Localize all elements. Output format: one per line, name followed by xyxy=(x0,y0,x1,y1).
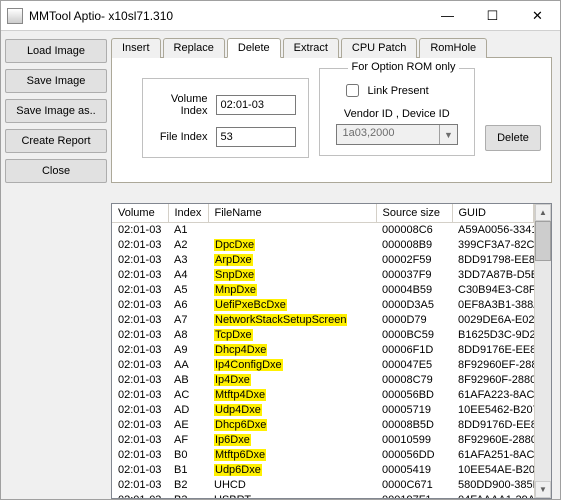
vendor-device-combo[interactable]: 1a03,2000 ▼ xyxy=(336,124,458,145)
tab-romhole[interactable]: RomHole xyxy=(419,38,487,58)
table-row[interactable]: 02:01-03AAIp4ConfigDxe000047E58F92960EF-… xyxy=(112,358,534,373)
scroll-up-icon[interactable]: ▲ xyxy=(535,204,551,221)
table-row[interactable]: 02:01-03A9Dhcp4Dxe00006F1D8DD9176E-EE87-… xyxy=(112,343,534,358)
scroll-down-icon[interactable]: ▼ xyxy=(535,481,551,498)
table-row[interactable]: 02:01-03AEDhcp6Dxe00008B5D8DD9176D-EE87-… xyxy=(112,418,534,433)
col-guid[interactable]: GUID xyxy=(452,204,534,223)
col-volume[interactable]: Volume xyxy=(112,204,168,223)
table-row[interactable]: 02:01-03A8TcpDxe0000BC59B1625D3C-9D2D-4E… xyxy=(112,328,534,343)
vendor-device-value: 1a03,2000 xyxy=(337,125,439,144)
col-filename[interactable]: FileName xyxy=(208,204,376,223)
table-row[interactable]: 02:01-03B1Udp6Dxe0000541910EE54AE-B207-4… xyxy=(112,463,534,478)
save-image-button[interactable]: Save Image xyxy=(5,69,107,93)
file-index-label: File Index xyxy=(155,131,208,143)
save-image-as-button[interactable]: Save Image as.. xyxy=(5,99,107,123)
volume-index-input[interactable] xyxy=(216,95,296,115)
vertical-scrollbar[interactable]: ▲ ▼ xyxy=(534,204,551,498)
left-button-column: Load Image Save Image Save Image as.. Cr… xyxy=(1,31,111,499)
scroll-track[interactable] xyxy=(535,221,551,481)
file-index-input[interactable] xyxy=(216,127,296,147)
link-present-checkbox[interactable] xyxy=(346,84,359,97)
tab-delete[interactable]: Delete xyxy=(227,38,281,58)
close-app-button[interactable]: Close xyxy=(5,159,107,183)
option-rom-legend: For Option ROM only xyxy=(348,61,460,73)
vendor-device-label: Vendor ID , Device ID xyxy=(330,108,464,120)
link-present-label: Link Present xyxy=(368,85,429,97)
table-row[interactable]: 02:01-03B2UHCD0000C671580DD900-385D-11D7… xyxy=(112,478,534,493)
delete-panel: Volume Index File Index For Option ROM o… xyxy=(111,57,552,183)
table-row[interactable]: 02:01-03B0Mtftp6Dxe000056DD61AFA251-8AC8… xyxy=(112,448,534,463)
tab-extract[interactable]: Extract xyxy=(283,38,339,58)
table-row[interactable]: 02:01-03A1000008C6A59A0056-3341-44B5-9C9… xyxy=(112,223,534,238)
table-row[interactable]: 02:01-03ABIp4Dxe00008C798F92960F-2880-46… xyxy=(112,373,534,388)
volume-index-label: Volume Index xyxy=(155,93,208,117)
module-table: Volume Index FileName Source size GUID 0… xyxy=(111,203,552,499)
table-row[interactable]: 02:01-03ACMtftp4Dxe000056BD61AFA223-8AC8… xyxy=(112,388,534,403)
load-image-button[interactable]: Load Image xyxy=(5,39,107,63)
table-row[interactable]: 02:01-03ADUdp4Dxe0000571910EE5462-B207-4… xyxy=(112,403,534,418)
maximize-button[interactable]: ☐ xyxy=(470,1,515,30)
titlebar: MMTool Aptio- x10sl71.310 — ☐ ✕ xyxy=(1,1,560,31)
table-row[interactable]: 02:01-03A2DpcDxe000008B9399CF3A7-82C7-4D… xyxy=(112,238,534,253)
tab-replace[interactable]: Replace xyxy=(163,38,225,58)
table-row[interactable]: 02:01-03A5MnpDxe00004B59C30B94E3-C8F2-4A… xyxy=(112,283,534,298)
create-report-button[interactable]: Create Report xyxy=(5,129,107,153)
table-row[interactable]: 02:01-03A4SnpDxe000037F93DD7A87B-D5BD-44… xyxy=(112,268,534,283)
minimize-button[interactable]: — xyxy=(425,1,470,30)
table-row[interactable]: 02:01-03B3USBRT000197F104FAAAA1-29A1-11D… xyxy=(112,493,534,499)
option-rom-group: For Option ROM only Link Present Vendor … xyxy=(319,68,475,156)
tab-strip: Insert Replace Delete Extract CPU Patch … xyxy=(111,38,552,58)
window-title: MMTool Aptio- x10sl71.310 xyxy=(29,9,425,23)
col-index[interactable]: Index xyxy=(168,204,208,223)
close-button[interactable]: ✕ xyxy=(515,1,560,30)
delete-button[interactable]: Delete xyxy=(485,125,541,151)
app-icon xyxy=(7,8,23,24)
tab-insert[interactable]: Insert xyxy=(111,38,161,58)
table-row[interactable]: 02:01-03A7NetworkStackSetupScreen0000D79… xyxy=(112,313,534,328)
table-row[interactable]: 02:01-03A6UefiPxeBcDxe0000D3A50EF8A3B1-3… xyxy=(112,298,534,313)
table-row[interactable]: 02:01-03AFIp6Dxe000105998F92960E-2880-46… xyxy=(112,433,534,448)
col-sourcesize[interactable]: Source size xyxy=(376,204,452,223)
chevron-down-icon[interactable]: ▼ xyxy=(439,125,457,144)
scroll-thumb[interactable] xyxy=(535,221,551,261)
tab-cpu-patch[interactable]: CPU Patch xyxy=(341,38,417,58)
table-row[interactable]: 02:01-03A3ArpDxe00002F598DD91798-EE87-4F… xyxy=(112,253,534,268)
